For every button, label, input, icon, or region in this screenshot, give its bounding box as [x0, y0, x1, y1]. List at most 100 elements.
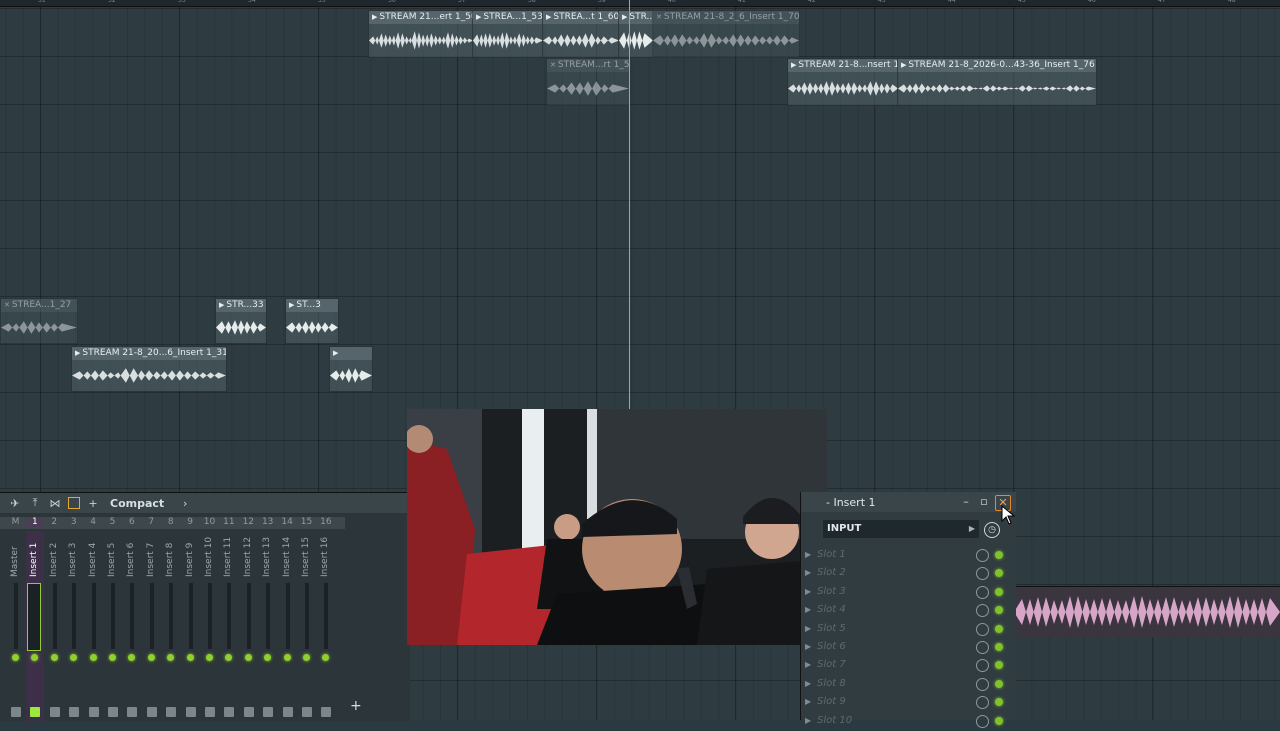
chevron-right-icon[interactable]: › [178, 496, 192, 510]
effect-slot[interactable]: ▶ Slot 2 [801, 565, 1016, 583]
slot-enable-led[interactable] [995, 661, 1003, 670]
export-icon[interactable]: ⤒ [28, 496, 42, 510]
input-selector[interactable]: INPUT ▶ [823, 520, 979, 538]
track-enable-led[interactable] [89, 654, 97, 661]
volume-fader[interactable] [88, 707, 99, 717]
effect-slot[interactable]: ▶ Slot 6 [801, 639, 1016, 657]
mixer-track-strip[interactable]: Insert 6 [123, 531, 141, 721]
slot-enable-led[interactable] [995, 587, 1003, 596]
track-number[interactable]: 9 [181, 517, 200, 527]
slot-enable-led[interactable] [995, 643, 1003, 651]
effect-slot[interactable]: ▶ Slot 3 [801, 584, 1016, 602]
track-enable-led[interactable] [322, 654, 330, 661]
audio-clip[interactable]: ✕ STREAM...rt 1_58 [546, 58, 630, 106]
effect-slot[interactable]: ▶ Slot 8 [801, 676, 1016, 694]
audio-clip[interactable]: ▶ STREA...1_53 [472, 10, 544, 58]
track-number[interactable]: 15 [297, 517, 316, 527]
expand-arrow-icon[interactable]: ▶ [805, 605, 811, 614]
slot-enable-led[interactable] [995, 679, 1003, 688]
volume-fader[interactable] [166, 707, 177, 717]
audio-clip[interactable]: ▶ STREAM 21-8_2026-0...43-36_Insert 1_76 [897, 58, 1097, 106]
audio-clip[interactable]: ▶ ST...3 [285, 298, 339, 344]
audio-clip[interactable]: ▶ STREA...t 1_60 [542, 10, 620, 58]
insert-titlebar[interactable]: - Insert 1 – ▫ ✕ [801, 492, 1016, 512]
slot-enable-led[interactable] [995, 716, 1003, 725]
track-enable-led[interactable] [128, 654, 136, 661]
expand-arrow-icon[interactable]: ▶ [805, 642, 811, 651]
mixer-track-strip[interactable]: Insert 8 [162, 531, 180, 721]
add-track-button[interactable]: + [350, 698, 362, 714]
mix-knob-icon[interactable] [976, 696, 989, 710]
mixer-track-strip[interactable]: Insert 1 [26, 531, 45, 721]
track-number[interactable]: M [6, 517, 25, 527]
track-enable-led[interactable] [70, 654, 78, 661]
track-enable-led[interactable] [167, 654, 175, 661]
track-enable-led[interactable] [12, 654, 19, 661]
effect-slot[interactable]: ▶ Slot 7 [801, 657, 1016, 675]
audio-clip[interactable]: ▶ [329, 346, 373, 392]
track-number[interactable]: 13 [258, 517, 277, 527]
track-enable-led[interactable] [186, 654, 194, 661]
effect-slot[interactable]: ▶ Slot 10 [801, 713, 1016, 731]
track-enable-led[interactable] [50, 654, 58, 661]
expand-arrow-icon[interactable]: ▶ [805, 679, 811, 688]
mixer-track-strip[interactable]: Insert 4 [85, 531, 103, 721]
mix-knob-icon[interactable] [976, 659, 989, 673]
slot-enable-led[interactable] [995, 551, 1003, 559]
mix-knob-icon[interactable] [976, 585, 989, 599]
track-enable-led[interactable] [225, 654, 233, 661]
track-number[interactable]: 7 [142, 517, 161, 527]
volume-fader[interactable] [49, 707, 60, 717]
track-number[interactable]: 5 [103, 517, 122, 527]
track-enable-led[interactable] [264, 654, 272, 661]
audio-clip[interactable]: ✕ STREAM 21-8_2_6_Insert 1_70 [652, 10, 800, 58]
expand-arrow-icon[interactable]: ▶ [805, 660, 811, 669]
expand-arrow-icon[interactable]: ▶ [805, 568, 811, 577]
track-number[interactable]: 8 [161, 517, 180, 527]
expand-arrow-icon[interactable]: ▶ [805, 587, 811, 596]
view-icon[interactable] [68, 497, 80, 509]
track-number[interactable]: 12 [239, 517, 258, 527]
mixer-track-strip[interactable]: Insert 16 [317, 531, 335, 721]
slot-enable-led[interactable] [995, 606, 1003, 615]
maximize-icon[interactable]: ▫ [977, 495, 991, 509]
mix-knob-icon[interactable] [976, 641, 989, 654]
audio-clip[interactable]: ▶ STREAM 21-8_20...6_Insert 1_31 [71, 346, 227, 392]
mixer-track-strip[interactable]: Insert 2 [46, 531, 64, 721]
pin-icon[interactable]: ✈ [8, 496, 22, 510]
track-number[interactable]: 3 [64, 517, 83, 527]
link-icon[interactable]: ⋈ [48, 496, 62, 510]
mixer-track-strip[interactable]: Insert 15 [298, 531, 316, 721]
slot-enable-led[interactable] [995, 624, 1003, 633]
volume-fader[interactable] [263, 707, 274, 717]
track-enable-led[interactable] [244, 654, 252, 661]
mix-knob-icon[interactable] [976, 567, 989, 581]
track-number[interactable]: 10 [200, 517, 219, 527]
volume-fader[interactable] [108, 707, 118, 717]
mix-knob-icon[interactable] [976, 714, 989, 728]
volume-fader[interactable] [282, 707, 293, 717]
track-enable-led[interactable] [31, 654, 39, 661]
audio-clip[interactable]: ▶ STR... [618, 10, 654, 58]
mixer-track-strip[interactable]: Insert 5 [104, 531, 122, 721]
audio-clip[interactable]: ▶ STREAM 21...ert 1_50 [368, 10, 474, 58]
mix-knob-icon[interactable] [976, 677, 989, 691]
track-number[interactable]: 2 [45, 517, 64, 527]
mixer-track-strip[interactable]: Insert 9 [182, 531, 200, 721]
track-number[interactable]: 14 [278, 517, 297, 527]
volume-fader[interactable] [321, 707, 332, 717]
effect-slot[interactable]: ▶ Slot 1 [801, 547, 1016, 565]
audio-clip-pink[interactable] [1014, 586, 1280, 637]
track-number[interactable]: 4 [84, 517, 103, 527]
track-number[interactable]: 11 [219, 517, 238, 527]
mixer-track-strip[interactable]: Insert 11 [220, 531, 238, 721]
mixer-track-strip[interactable]: Insert 10 [201, 531, 219, 721]
volume-fader[interactable] [185, 707, 196, 717]
mixer-track-strip[interactable]: Insert 14 [279, 531, 297, 721]
audio-clip[interactable]: ▶ STREAM 21-8...nsert 1_ [787, 58, 899, 106]
volume-fader[interactable] [127, 707, 138, 717]
mixer-track-strip[interactable]: Insert 7 [143, 531, 161, 721]
volume-fader[interactable] [69, 707, 80, 717]
playhead[interactable] [629, 0, 630, 410]
effect-slot[interactable]: ▶ Slot 4 [801, 602, 1016, 620]
